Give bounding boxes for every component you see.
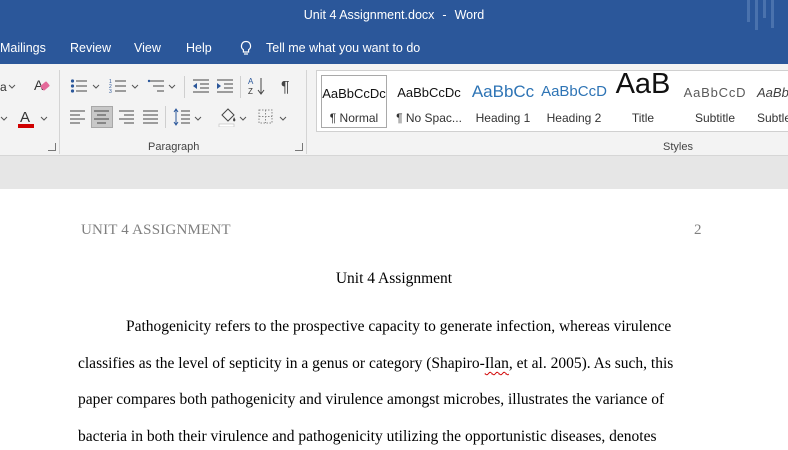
svg-text:Z: Z — [248, 87, 253, 96]
tab-mailings[interactable]: Mailings — [0, 41, 46, 55]
style-name: ¶ Normal — [329, 111, 379, 125]
tab-help[interactable]: Help — [186, 41, 212, 55]
style-heading-1[interactable]: AaBbCc Heading 1 — [467, 71, 539, 131]
bullets-dropdown-icon[interactable] — [92, 83, 102, 91]
body-line: bacteria in both their virulence and pat… — [78, 428, 657, 445]
style-heading-2[interactable]: AaBbCcD Heading 2 — [538, 71, 610, 131]
toolbar-separator — [240, 76, 241, 98]
style-name: Subtle — [757, 111, 788, 125]
decrease-indent-icon[interactable] — [192, 78, 210, 94]
shading-icon[interactable] — [218, 107, 238, 127]
styles-group-label: Styles — [663, 141, 693, 153]
style-name: Heading 1 — [475, 111, 531, 125]
line-spacing-dropdown-icon[interactable] — [194, 115, 204, 123]
style-title[interactable]: AaB Title — [607, 71, 679, 131]
align-left-icon[interactable] — [70, 110, 86, 124]
document-title: Unit 4 Assignment — [335, 270, 453, 287]
group-separator — [59, 70, 60, 154]
font-dialog-launcher[interactable] — [48, 143, 56, 151]
svg-text:¶: ¶ — [281, 79, 290, 96]
borders-dropdown-icon[interactable] — [279, 115, 289, 123]
increase-indent-icon[interactable] — [216, 78, 234, 94]
running-head: UNIT 4 ASSIGNMENT — [81, 222, 231, 238]
title-separator: - — [442, 8, 447, 22]
style-name: ¶ No Spac... — [396, 111, 462, 125]
style-name: Title — [631, 111, 655, 125]
line-spacing-icon[interactable] — [173, 108, 191, 126]
clear-formatting-icon[interactable]: A — [33, 76, 51, 94]
style-preview: AaBbCcDc — [397, 85, 461, 100]
app-name: Word — [454, 8, 485, 22]
svg-text:A: A — [20, 109, 30, 126]
svg-text:a: a — [0, 80, 7, 93]
style-name: Heading 2 — [546, 111, 602, 125]
svg-text:A: A — [248, 77, 254, 86]
text-effects-dropdown-icon[interactable] — [0, 115, 10, 123]
style-preview: AaBbCcD — [683, 85, 747, 100]
style-subtle-emphasis[interactable]: AaBb Subtle — [749, 71, 788, 131]
align-right-icon[interactable] — [119, 110, 135, 124]
page-number: 2 — [694, 222, 702, 238]
body-line: paper compares both pathogenicity and vi… — [78, 391, 665, 408]
toolbar-separator — [165, 106, 166, 128]
title-bar: Unit 4 Assignment.docx - Word — [0, 0, 788, 32]
tell-me-search[interactable]: Tell me what you want to do — [266, 41, 420, 55]
shading-dropdown-icon[interactable] — [239, 115, 249, 123]
multilevel-dropdown-icon[interactable] — [168, 83, 178, 91]
style-name: Subtitle — [694, 111, 736, 125]
style-subtitle[interactable]: AaBbCcD Subtitle — [679, 71, 751, 131]
ribbon-tabs: Mailings Review View Help Tell me what y… — [0, 32, 788, 64]
font-color-dropdown-icon[interactable] — [40, 115, 50, 123]
spelling-flagged-word[interactable]: Ilan — [485, 355, 509, 372]
bullets-icon[interactable] — [70, 78, 88, 94]
style-preview: AaBbCc — [471, 82, 535, 101]
font-size-shrink-icon[interactable]: a — [0, 79, 16, 93]
style-no-spacing[interactable]: AaBbCcDc ¶ No Spac... — [393, 71, 465, 131]
toolbar-separator — [184, 76, 185, 98]
align-center-button[interactable] — [91, 106, 113, 128]
tab-review[interactable]: Review — [70, 41, 111, 55]
style-preview: AaBbCcD — [541, 83, 607, 100]
body-line: classifies as the level of septicity in … — [78, 355, 694, 373]
styles-gallery: AaBbCcDc ¶ Normal AaBbCcDc ¶ No Spac... … — [316, 70, 788, 132]
align-center-icon — [94, 110, 109, 124]
title-bar-pattern — [747, 0, 774, 32]
justify-icon[interactable] — [143, 110, 159, 124]
style-preview: AaBbCcDc — [322, 86, 386, 101]
ribbon: a A A 123 A Z ¶ Paragraph AaBbCcDc ¶ Nor… — [0, 64, 788, 181]
style-preview: AaBb — [757, 85, 788, 100]
window-title: Unit 4 Assignment.docx - Word — [0, 8, 788, 22]
borders-icon[interactable] — [258, 109, 274, 125]
numbering-icon[interactable]: 123 — [109, 78, 127, 94]
show-formatting-marks-icon[interactable]: ¶ — [280, 76, 296, 96]
document-name: Unit 4 Assignment.docx — [303, 8, 435, 22]
group-separator — [306, 70, 307, 154]
body-line: Pathogenicity refers to the prospective … — [126, 318, 672, 335]
body-text: , et al. 2005). As such, this — [508, 355, 674, 372]
numbering-dropdown-icon[interactable] — [131, 83, 141, 91]
style-preview: AaB — [615, 71, 671, 100]
font-color-icon[interactable]: A — [17, 108, 37, 130]
style-normal[interactable]: AaBbCcDc ¶ Normal — [321, 75, 387, 128]
lightbulb-icon[interactable] — [239, 40, 253, 56]
tab-view[interactable]: View — [134, 41, 161, 55]
svg-text:3: 3 — [109, 89, 112, 94]
paragraph-group-label: Paragraph — [148, 141, 200, 153]
sort-icon[interactable]: A Z — [248, 76, 266, 96]
multilevel-list-icon[interactable] — [147, 78, 165, 94]
document-page[interactable]: UNIT 4 ASSIGNMENT 2 Unit 4 Assignment Pa… — [0, 189, 788, 450]
document-canvas — [0, 157, 788, 189]
body-text: classifies as the level of septicity in … — [78, 355, 485, 372]
paragraph-dialog-launcher[interactable] — [295, 143, 303, 151]
